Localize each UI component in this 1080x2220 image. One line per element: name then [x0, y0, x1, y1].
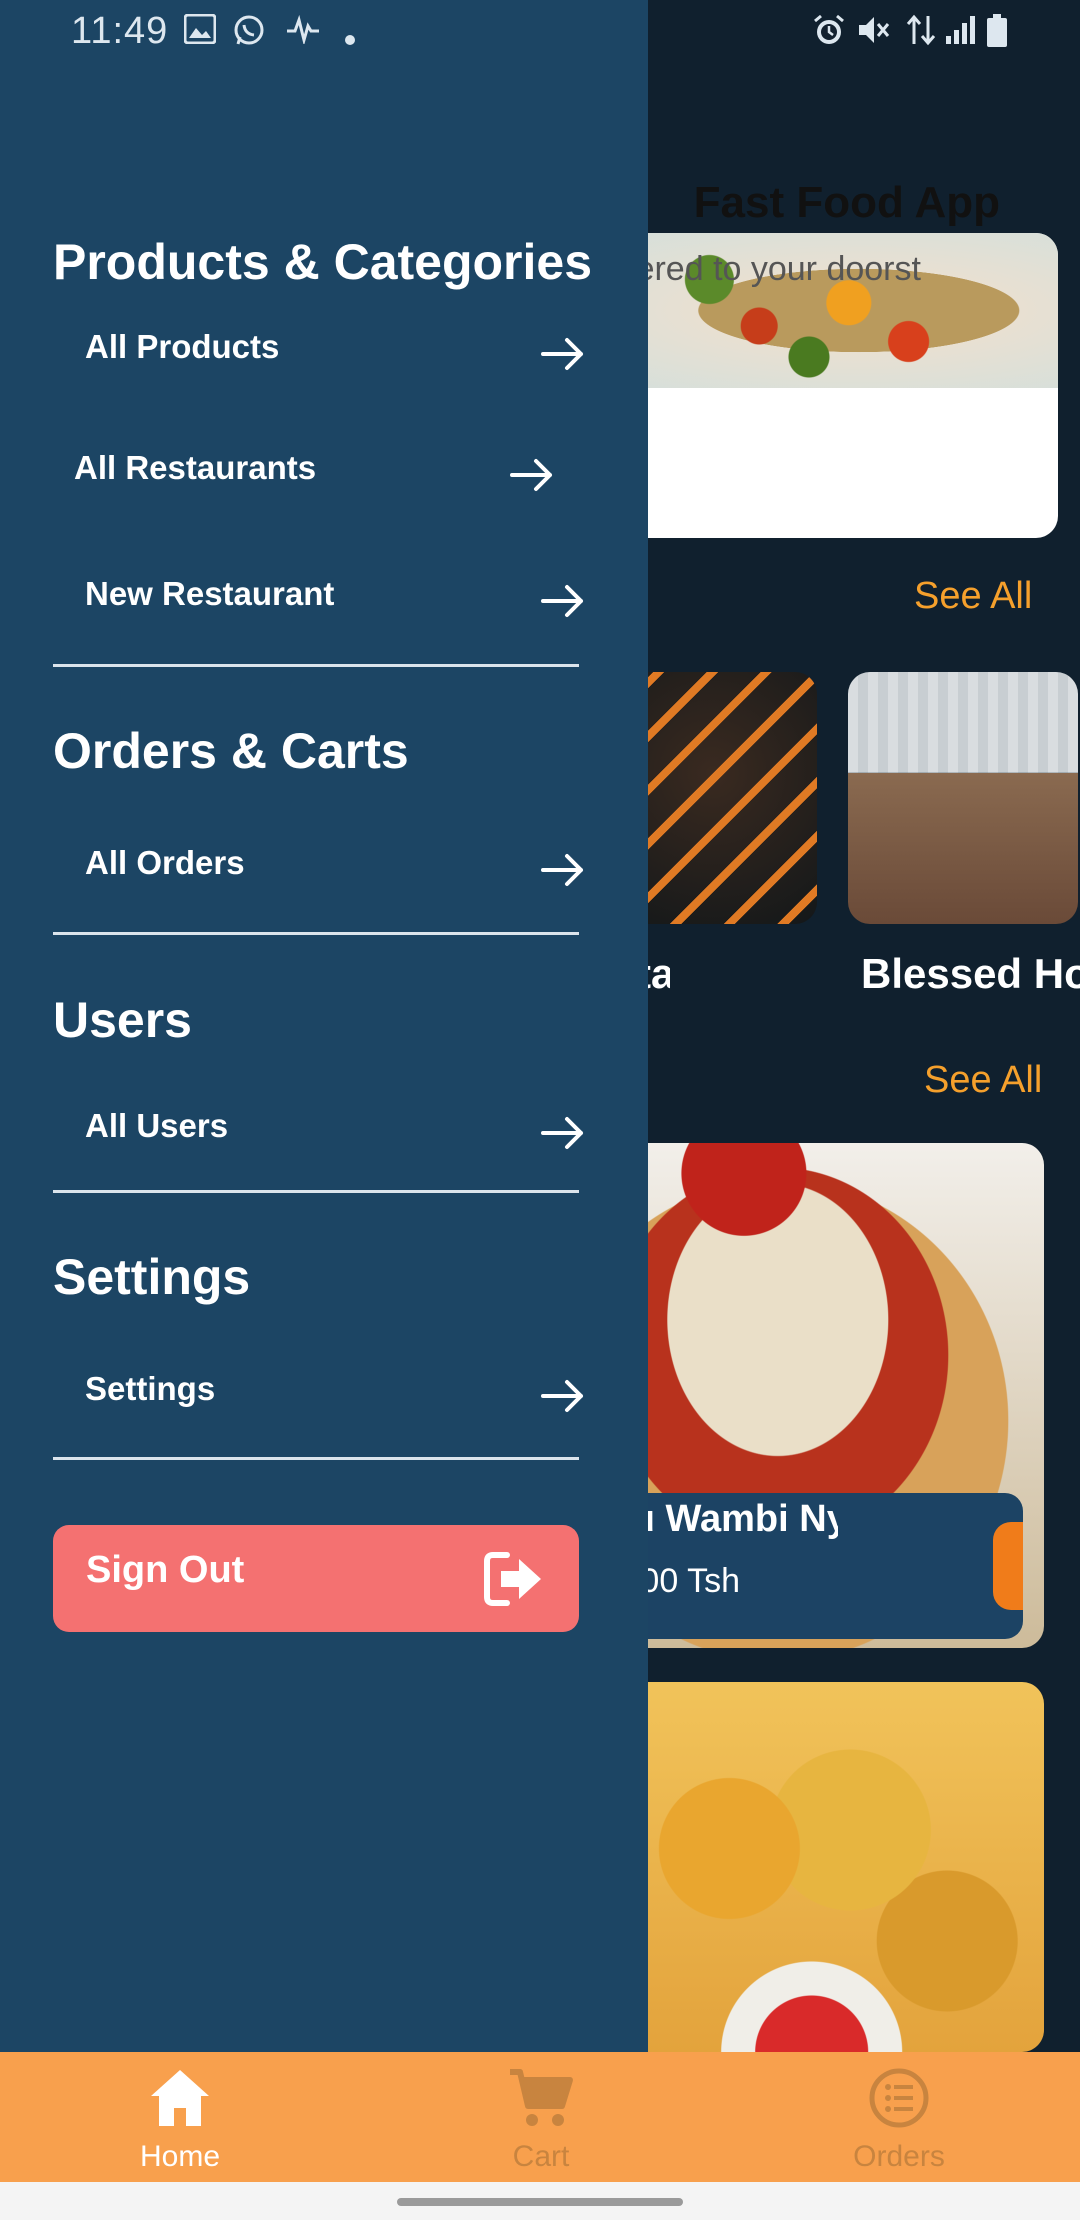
sign-out-label: Sign Out [86, 1549, 245, 1591]
add-to-cart-tab[interactable] [993, 1522, 1023, 1610]
home-icon [151, 2070, 209, 2126]
menu-item-label: All Users [85, 1107, 229, 1144]
arrow-right-icon [541, 585, 583, 617]
menu-item-all-restaurants[interactable]: All Restaurants [74, 435, 554, 515]
arrow-right-icon [541, 1380, 583, 1412]
restaurant-name: Blessed Hotel [861, 950, 1080, 997]
menu-item-all-users[interactable]: All Users [85, 1093, 585, 1173]
see-all-foods-link[interactable]: See All [924, 1059, 1042, 1102]
nav-label-orders: Orders [853, 2140, 945, 2173]
section-title-orders-carts: Orders & Carts [53, 723, 409, 779]
menu-item-label: New Restaurant [85, 575, 335, 612]
menu-item-all-orders[interactable]: All Orders [85, 830, 585, 910]
section-divider [53, 932, 579, 935]
nav-label-home: Home [139, 2140, 221, 2173]
nav-label-cart: Cart [512, 2140, 570, 2173]
menu-item-label: All Products [85, 328, 280, 365]
image-icon [183, 13, 217, 50]
system-gesture-bar [0, 2182, 1080, 2220]
sign-out-icon [484, 1552, 541, 1606]
menu-item-new-restaurant[interactable]: New Restaurant [85, 561, 585, 641]
alarm-icon [812, 14, 846, 52]
section-divider [53, 1457, 579, 1460]
section-divider [53, 664, 579, 667]
activity-icon [286, 14, 320, 50]
section-title-products-categories: Products & Categories [53, 234, 593, 290]
dot-icon [344, 22, 356, 52]
gesture-handle[interactable] [397, 2198, 683, 2206]
navigation-drawer: Products & Categories All Products All R… [0, 0, 648, 2052]
orders-icon [869, 2068, 929, 2128]
sign-out-button[interactable]: Sign Out [53, 1525, 579, 1632]
status-bar: 11:49 [0, 0, 1080, 64]
arrow-right-icon [541, 338, 583, 370]
status-time: 11:49 [71, 10, 169, 52]
nav-item-orders[interactable]: Orders [779, 2052, 1019, 2182]
bottom-navigation: Home Cart Orders [0, 2052, 1080, 2182]
mute-icon [856, 14, 890, 52]
battery-icon [986, 14, 1008, 54]
cart-icon [510, 2069, 573, 2126]
arrow-right-icon [510, 459, 552, 491]
menu-item-label: All Restaurants [74, 449, 317, 486]
section-title-settings: Settings [53, 1249, 251, 1305]
nav-item-cart[interactable]: Cart [421, 2052, 661, 2182]
section-title-users: Users [53, 992, 192, 1048]
restaurant-card-image[interactable] [848, 672, 1078, 924]
menu-item-label: Settings [85, 1370, 216, 1407]
menu-item-settings[interactable]: Settings [85, 1356, 585, 1436]
arrow-right-icon [541, 854, 583, 886]
whatsapp-icon [232, 14, 266, 54]
see-all-restaurants-link[interactable]: See All [914, 575, 1032, 618]
menu-item-all-products[interactable]: All Products [85, 314, 585, 394]
nav-item-home[interactable]: Home [60, 2052, 300, 2182]
section-divider [53, 1190, 579, 1193]
arrow-right-icon [541, 1117, 583, 1149]
signal-icon [944, 14, 976, 52]
menu-item-label: All Orders [85, 844, 245, 881]
data-icon [906, 14, 936, 52]
